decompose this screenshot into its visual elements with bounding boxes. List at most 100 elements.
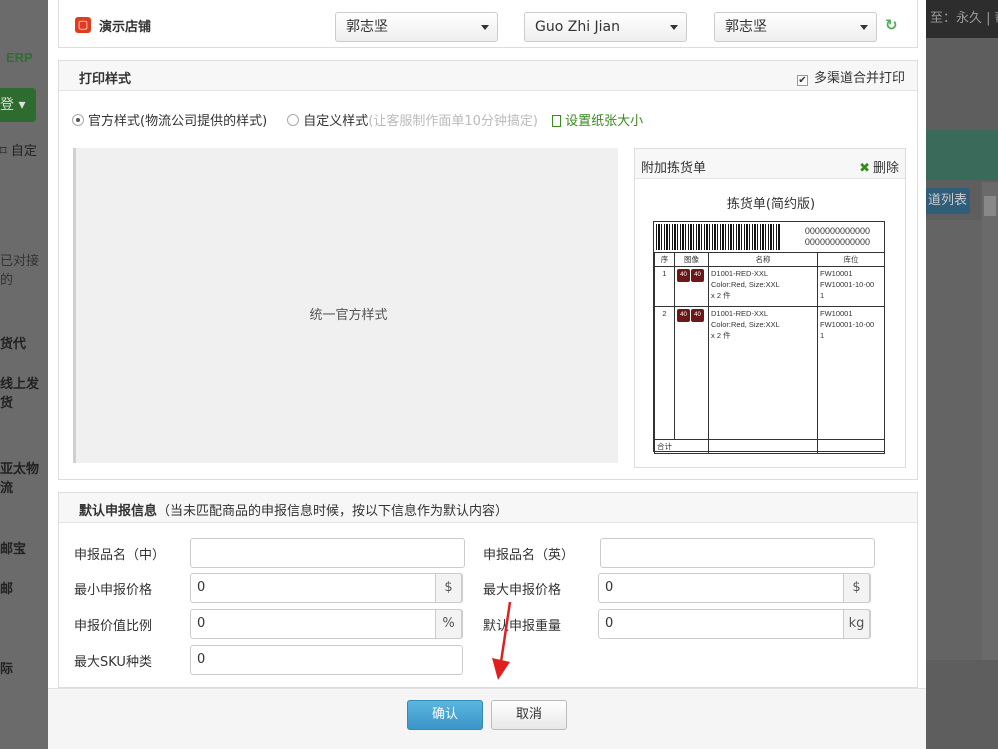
declaration-header: 默认申报信息（当未匹配商品的申报信息时候，按以下信息作为默认内容） [59, 493, 917, 523]
pick-list-table-header: 序 图像 名称 库位 [654, 252, 885, 267]
background-right-body [926, 220, 982, 660]
name-en-input[interactable] [600, 538, 875, 568]
chevron-down-icon [481, 25, 489, 30]
radio-official-button[interactable] [72, 114, 84, 126]
barcode-number-line-2: 0000000000000 [804, 237, 870, 247]
barcode-number: 0000000000000 0000000000000 [805, 226, 870, 248]
background-text-7: 际 [0, 662, 14, 677]
row-location: FW10001 FW10001-10-00 1 [817, 266, 885, 307]
table-row: 1 40 40 D1001-RED-XXL Color:Red, Size:XXL x… [654, 266, 885, 307]
radio-custom-button[interactable] [287, 114, 300, 126]
close-icon: ✖ [859, 161, 870, 176]
row-qty: x 2 件 [711, 331, 731, 340]
row-image: 40 40 [674, 306, 709, 440]
ratio-input[interactable]: 0% [190, 609, 463, 639]
table-row: 2 40 40 D1001-RED-XXL Color:Red, Size:XXL x… [654, 306, 885, 440]
bookmark-icon: ⌑ [0, 144, 7, 159]
jersey-image-icon: 40 [677, 269, 690, 282]
radio-custom-label: 自定义样式 [303, 114, 369, 129]
min-price-input[interactable]: 0 $ [190, 573, 463, 603]
sender-select-1[interactable]: 郭志坚 [335, 12, 498, 42]
max-price-input[interactable]: 0 $ [598, 573, 871, 603]
col-header-name: 名称 [708, 252, 818, 267]
paper-size-link[interactable]: 设置纸张大小 [552, 114, 643, 129]
declaration-hint: （当未匹配商品的申报信息时候，按以下信息作为默认内容） [157, 504, 509, 519]
background-right-button: 道列表 [926, 188, 970, 214]
sender-select-3-value: 郭志坚 [725, 19, 767, 35]
max-price-unit: $ [843, 573, 870, 603]
row-attrs: Color:Red, Size:XXL [711, 280, 780, 289]
name-en-label: 申报品名（英） [483, 548, 575, 563]
document-icon [552, 115, 562, 127]
background-text-2: 货代 [0, 337, 27, 352]
col-header-image: 图像 [674, 252, 709, 267]
max-price-label: 最大申报价格 [483, 583, 562, 598]
row-loc1: FW10001 [820, 269, 853, 278]
col-header-no: 序 [654, 252, 675, 267]
pick-list-subtitle: 拣货单(简约版) [726, 197, 816, 212]
row-qty: x 2 件 [711, 291, 731, 300]
min-price-unit: $ [435, 573, 462, 603]
row-loc1: FW10001 [820, 309, 853, 318]
sender-select-3[interactable]: 郭志坚 [714, 12, 877, 42]
total-label: 合计 [654, 439, 709, 454]
print-style-radio-row: 官方样式(物流公司提供的样式) 自定义样式(让客服制作面单10分钟搞定) 设置纸… [72, 110, 643, 129]
row-loc2: FW10001-10-00 [820, 280, 875, 289]
merge-print-label: 多渠道合并打印 [813, 71, 905, 86]
pick-list-delete-label: 删除 [872, 161, 899, 176]
radio-custom[interactable]: 自定义样式(让客服制作面单10分钟搞定) [287, 114, 538, 129]
print-settings-dialog: ▢ 演示店铺 郭志坚 Guo Zhi Jian 郭志坚 ↻ 打印样式 ✔ 多渠道合… [48, 0, 926, 749]
pick-list-title: 附加拣货单 [641, 161, 707, 176]
background-text-3: 线上发货 [0, 377, 40, 411]
dialog-footer: 确认 取消 [48, 688, 926, 749]
name-cn-input[interactable] [190, 538, 465, 568]
declaration-title: 默认申报信息（当未匹配商品的申报信息时候，按以下信息作为默认内容） [79, 500, 508, 519]
table-total-row: 合计 [654, 439, 885, 454]
row-loc2: FW10001-10-00 [820, 320, 875, 329]
background-top-right-text: 至：永久 | 帮 [926, 0, 998, 38]
row-image: 40 40 [674, 266, 709, 307]
declaration-title-text: 默认申报信息 [79, 504, 158, 519]
preview-label: 统一官方样式 [309, 308, 388, 323]
background-scrollbar [982, 182, 998, 660]
sender-select-2[interactable]: Guo Zhi Jian [524, 12, 687, 42]
refresh-icon[interactable]: ↻ [885, 16, 898, 34]
max-sku-input[interactable]: 0 [190, 645, 463, 675]
weight-input[interactable]: 0 kg [598, 609, 871, 639]
background-text-5: 邮宝 [0, 542, 27, 557]
row-loc3: 1 [820, 331, 825, 340]
red-arrow-annotation [492, 601, 512, 680]
pick-list-header: 附加拣货单 ✖ 删除 [635, 149, 905, 179]
background-text-1: 已对接的 [0, 254, 40, 288]
jersey-image-icon: 40 [691, 269, 704, 282]
cancel-button[interactable]: 取消 [491, 700, 567, 730]
sender-select-2-value: Guo Zhi Jian [535, 19, 621, 35]
background-text-6: 邮 [0, 582, 14, 597]
background-tab: ⌑ 自定 [0, 140, 48, 159]
row-loc3: 1 [820, 291, 825, 300]
merge-print-option[interactable]: ✔ 多渠道合并打印 [796, 67, 905, 86]
row-no: 2 [654, 306, 675, 440]
print-style-title: 打印样式 [79, 72, 132, 87]
row-no: 1 [654, 266, 675, 307]
row-name: D1001-RED-XXL Color:Red, Size:XXL x 2 件 [708, 306, 818, 440]
merge-print-checkbox[interactable]: ✔ [796, 75, 808, 86]
confirm-button[interactable]: 确认 [407, 700, 483, 730]
radio-official-label: 官方样式(物流公司提供的样式) [88, 114, 268, 129]
radio-official[interactable]: 官方样式(物流公司提供的样式) [72, 114, 267, 129]
pick-list-delete-button[interactable]: ✖ 删除 [859, 157, 899, 176]
shop-name: 演示店铺 [99, 20, 152, 35]
row-attrs: Color:Red, Size:XXL [711, 320, 780, 329]
row-name: D1001-RED-XXL Color:Red, Size:XXL x 2 件 [708, 266, 818, 307]
scrollbar-thumb [984, 196, 996, 216]
barcode-icon [656, 224, 780, 250]
jersey-image-icon: 40 [691, 309, 704, 322]
chevron-down-icon [670, 25, 678, 30]
row-sku: D1001-RED-XXL [711, 269, 769, 278]
erp-label: ERP [6, 50, 33, 65]
pick-list-panel: 附加拣货单 ✖ 删除 拣货单(简约版) 0000000000000 00000000… [634, 148, 906, 468]
background-green-button: 登 ▾ [0, 88, 36, 122]
row-location: FW10001 FW10001-10-00 1 [817, 306, 885, 440]
sender-select-1-value: 郭志坚 [346, 19, 388, 35]
pick-list-table: 序 图像 名称 库位 1 40 40 D1001-RED-XXL Color:Red… [654, 252, 885, 454]
